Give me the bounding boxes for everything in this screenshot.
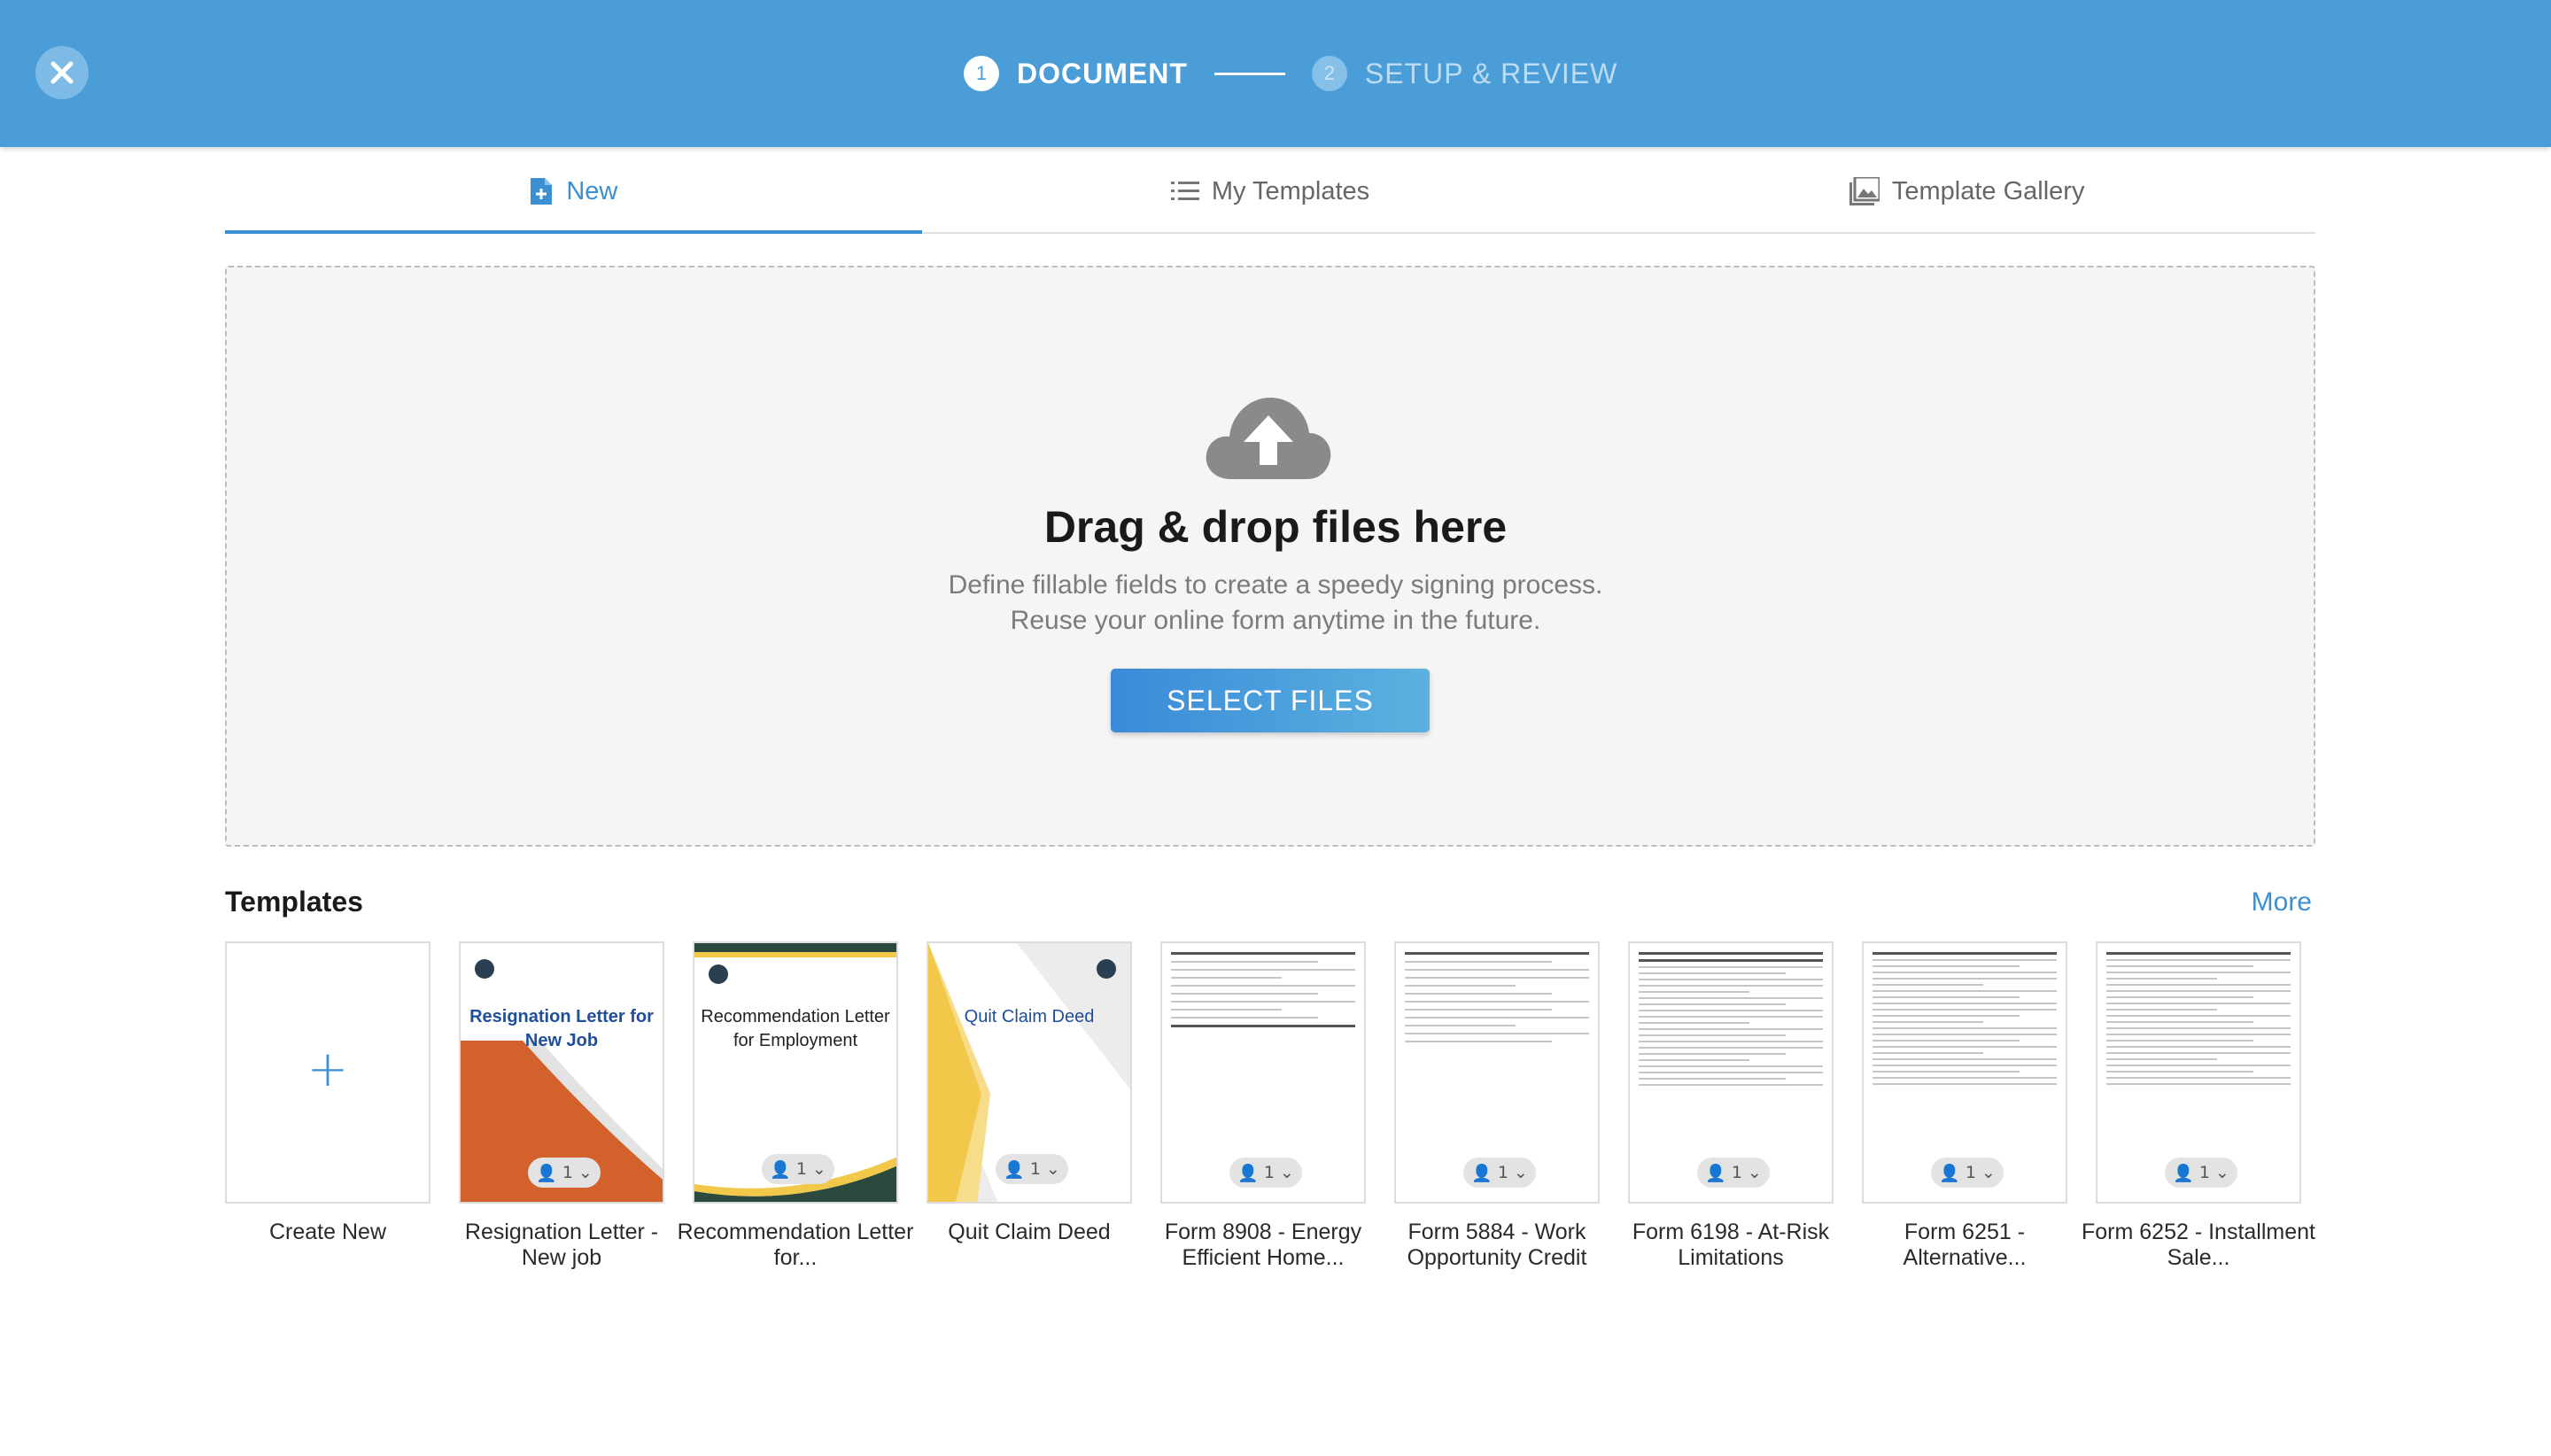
thumbnail-title: Quit Claim Deed	[964, 1007, 1095, 1026]
signers-count: 1	[1029, 1159, 1041, 1179]
signers-count: 1	[1263, 1163, 1275, 1182]
signers-count: 1	[795, 1159, 807, 1179]
signers-count: 1	[2198, 1163, 2210, 1182]
signers-count: 1	[1965, 1163, 1976, 1182]
chevron-down-icon: ⌄	[811, 1159, 826, 1179]
wizard-steps: 1 DOCUMENT 2 SETUP & REVIEW	[964, 51, 1617, 96]
signers-badge[interactable]: 👤 1 ⌄	[1697, 1158, 1770, 1188]
more-templates-link[interactable]: More	[2252, 887, 2312, 918]
template-thumbnail: +	[225, 941, 430, 1204]
person-icon: 👤	[1471, 1163, 1493, 1183]
signers-badge[interactable]: 👤 1 ⌄	[1931, 1158, 2004, 1188]
template-caption: Form 6252 - Installment Sale...	[2082, 1220, 2315, 1270]
person-icon: 👤	[1004, 1159, 1025, 1180]
template-thumbnail: 👤 1 ⌄	[1628, 941, 1834, 1204]
chevron-down-icon: ⌄	[1279, 1163, 1294, 1182]
template-caption: Quit Claim Deed	[948, 1220, 1111, 1244]
person-icon: 👤	[536, 1163, 557, 1183]
signers-badge[interactable]: 👤 1 ⌄	[996, 1154, 1068, 1184]
template-caption: Form 5884 - Work Opportunity Credit	[1407, 1220, 1587, 1270]
tab-new-label: New	[566, 176, 618, 205]
plus-icon: +	[306, 1041, 349, 1098]
template-thumbnail: Resignation Letter for New Job 👤 1 ⌄	[459, 941, 664, 1204]
template-caption: Form 6251 - Alternative...	[1903, 1220, 2027, 1270]
chevron-down-icon: ⌄	[1045, 1159, 1060, 1179]
signers-badge[interactable]: 👤 1 ⌄	[1229, 1158, 1302, 1188]
logo-icon	[1097, 959, 1116, 979]
step-2-label: SETUP & REVIEW	[1364, 57, 1618, 89]
chevron-down-icon: ⌄	[1981, 1163, 1996, 1182]
cloud-upload-icon	[1206, 398, 1331, 479]
template-card-form-5884[interactable]: 👤 1 ⌄ Form 5884 - Work Opportunity Credi…	[1394, 941, 1600, 1271]
tab-new[interactable]: New	[225, 151, 922, 234]
signers-count: 1	[562, 1163, 573, 1182]
person-icon: 👤	[1939, 1163, 1960, 1183]
person-icon: 👤	[1705, 1163, 1726, 1183]
chevron-down-icon: ⌄	[1513, 1163, 1528, 1182]
signers-badge[interactable]: 👤 1 ⌄	[762, 1154, 834, 1184]
close-icon	[50, 61, 74, 84]
step-connector	[1213, 72, 1285, 75]
signers-badge[interactable]: 👤 1 ⌄	[1463, 1158, 1536, 1188]
template-card-form-8908[interactable]: 👤 1 ⌄ Form 8908 - Energy Efficient Home.…	[1160, 941, 1366, 1271]
close-button[interactable]	[35, 46, 89, 99]
template-thumbnail: Recommendation Letter for Employment 👤 1…	[693, 941, 898, 1204]
template-thumbnail: 👤 1 ⌄	[2096, 941, 2301, 1204]
person-icon: 👤	[1237, 1163, 1259, 1183]
template-caption: Form 6198 - At-Risk Limitations	[1632, 1220, 1830, 1270]
dropzone-title: Drag & drop files here	[1043, 502, 1508, 552]
template-caption: Resignation Letter - New job	[464, 1220, 659, 1270]
template-card-create-new[interactable]: + Create New	[225, 941, 430, 1245]
template-card-form-6252[interactable]: 👤 1 ⌄ Form 6252 - Installment Sale...	[2082, 941, 2315, 1271]
tab-my-templates[interactable]: My Templates	[922, 151, 1619, 232]
template-card-form-6198[interactable]: 👤 1 ⌄ Form 6198 - At-Risk Limitations	[1628, 941, 1834, 1271]
template-card-resignation-letter[interactable]: Resignation Letter for New Job 👤 1 ⌄ Res…	[459, 941, 664, 1271]
tab-template-gallery-label: Template Gallery	[1891, 176, 2085, 205]
tab-my-templates-label: My Templates	[1211, 176, 1370, 205]
template-card-form-6251[interactable]: 👤 1 ⌄ Form 6251 - Alternative...	[1862, 941, 2067, 1271]
dropzone-subtitle-line-2: Reuse your online form anytime in the fu…	[1010, 606, 1541, 635]
select-files-button[interactable]: SELECT FILES	[1111, 669, 1430, 732]
chevron-down-icon: ⌄	[578, 1163, 593, 1182]
signers-badge[interactable]: 👤 1 ⌄	[528, 1158, 601, 1188]
chevron-down-icon: ⌄	[2214, 1163, 2229, 1182]
list-icon	[1170, 180, 1199, 203]
signers-badge[interactable]: 👤 1 ⌄	[2165, 1158, 2237, 1188]
template-thumbnail: 👤 1 ⌄	[1862, 941, 2067, 1204]
template-thumbnail: 👤 1 ⌄	[1394, 941, 1600, 1204]
template-caption: Form 8908 - Energy Efficient Home...	[1164, 1220, 1362, 1270]
step-2-number: 2	[1311, 56, 1347, 91]
template-caption: Recommendation Letter for...	[677, 1220, 914, 1270]
thumbnail-title: Resignation Letter for New Job	[469, 1007, 654, 1050]
template-card-quit-claim-deed[interactable]: Quit Claim Deed 👤 1 ⌄ Quit Claim Deed	[927, 941, 1132, 1245]
template-thumbnail: 👤 1 ⌄	[1160, 941, 1366, 1204]
templates-heading: Templates	[225, 886, 363, 918]
top-bar: 1 DOCUMENT 2 SETUP & REVIEW	[0, 0, 2551, 147]
logo-icon	[709, 964, 728, 984]
signers-count: 1	[1731, 1163, 1742, 1182]
template-card-recommendation-letter[interactable]: Recommendation Letter for Employment 👤 1…	[678, 941, 913, 1271]
person-icon: 👤	[2173, 1163, 2194, 1183]
tab-template-gallery[interactable]: Template Gallery	[1618, 151, 2315, 232]
chevron-down-icon: ⌄	[1747, 1163, 1762, 1182]
step-1-label: DOCUMENT	[1017, 57, 1188, 89]
template-thumbnail: Quit Claim Deed 👤 1 ⌄	[927, 941, 1132, 1204]
new-document-icon	[529, 176, 554, 206]
logo-icon	[475, 959, 494, 979]
file-drop-zone[interactable]	[225, 266, 2315, 847]
step-1-number: 1	[964, 56, 999, 91]
person-icon: 👤	[770, 1159, 791, 1180]
signers-count: 1	[1497, 1163, 1508, 1182]
dropzone-subtitle-line-1: Define fillable fields to create a speed…	[948, 570, 1603, 600]
template-caption: Create New	[269, 1220, 386, 1244]
document-source-tabs: New My Templates Template Gallery	[225, 151, 2315, 234]
gallery-icon	[1849, 177, 1880, 205]
thumbnail-title: Recommendation Letter for Employment	[701, 1007, 890, 1050]
